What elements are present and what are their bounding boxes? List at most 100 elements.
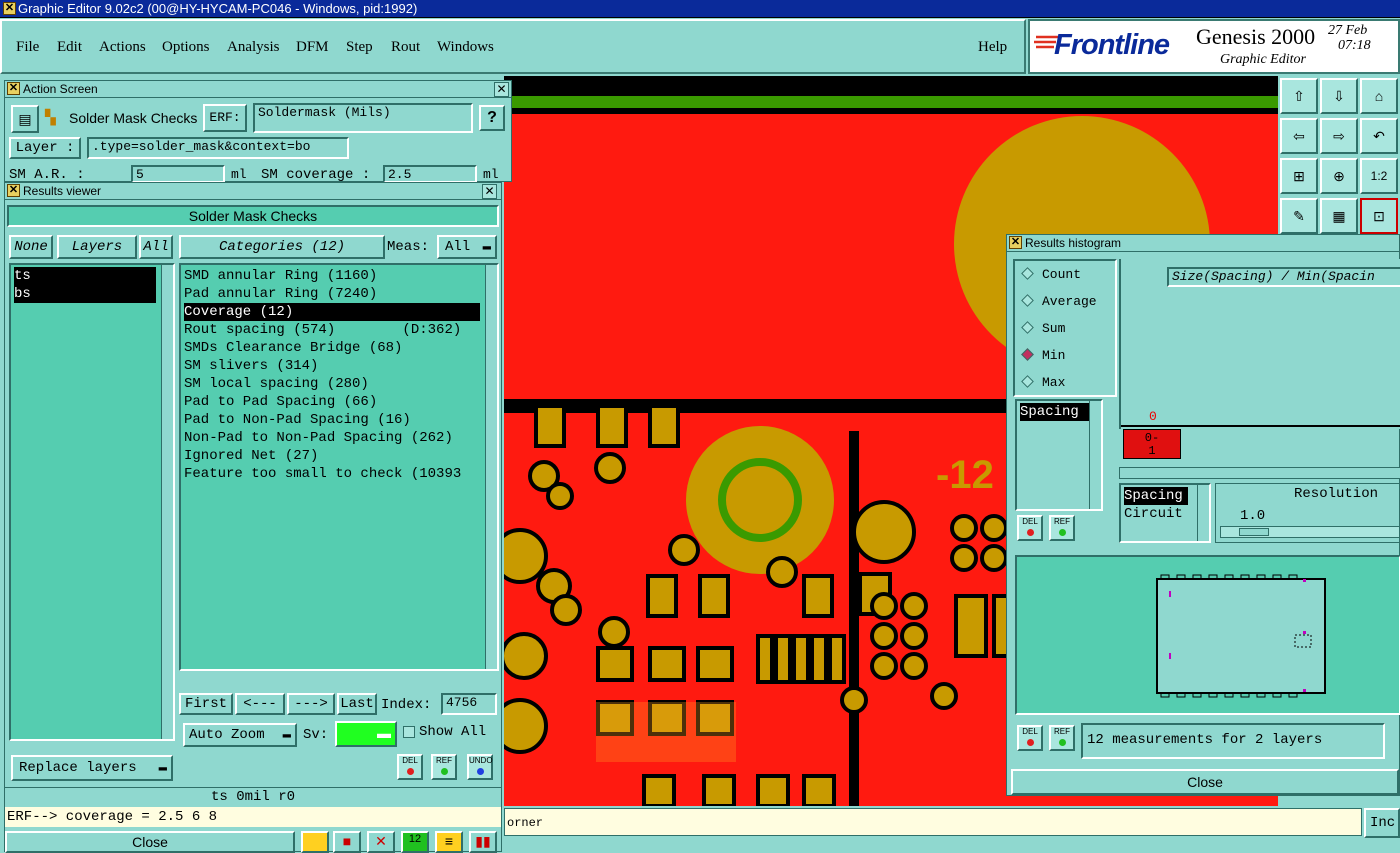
chart-icon[interactable] <box>301 831 329 853</box>
layer-button[interactable]: Layer : <box>9 137 81 159</box>
menu-actions[interactable]: Actions <box>99 39 146 56</box>
layers-button[interactable]: Layers <box>57 235 137 259</box>
list-item[interactable]: Pad annular Ring (7240) <box>184 285 377 303</box>
first-button[interactable]: First <box>179 693 233 715</box>
list-item[interactable]: ts <box>14 267 156 285</box>
meas-dropdown[interactable]: All ▬ <box>437 235 497 259</box>
menu-rout[interactable]: Rout <box>391 39 420 56</box>
histogram-icon[interactable]: ▮▮ <box>469 831 497 853</box>
list-item[interactable]: Feature too small to check (10393 <box>184 465 480 483</box>
list-item[interactable]: Spacing <box>1124 487 1188 505</box>
list-item[interactable]: Ignored Net (27) <box>184 447 318 465</box>
list-item[interactable]: Non-Pad to Non-Pad Spacing (262) <box>184 429 453 447</box>
erf-button[interactable]: ERF: <box>203 104 247 132</box>
list-item[interactable]: Circuit <box>1124 505 1183 523</box>
list-item[interactable]: Pad to Pad Spacing (66) <box>184 393 377 411</box>
list-item[interactable]: SMDs Clearance Bridge (68) <box>184 339 402 357</box>
menu-options[interactable]: Options <box>162 39 210 56</box>
all-button[interactable]: All <box>139 235 173 259</box>
menu-icon[interactable]: ▤ <box>11 105 39 133</box>
pan-back-icon[interactable]: ↶ <box>1360 118 1398 154</box>
histogram-plot[interactable]: Size(Spacing) / Min(Spacin 0 <box>1119 259 1400 429</box>
board-preview[interactable] <box>1015 555 1400 715</box>
zoom-fit-icon[interactable]: ⊞ <box>1280 158 1318 194</box>
type-list[interactable]: Spacing Circuit <box>1119 483 1211 543</box>
prev-button[interactable]: <--- <box>235 693 285 715</box>
pan-left-icon[interactable]: ⇦ <box>1280 118 1318 154</box>
pan-right-icon[interactable]: ⇨ <box>1320 118 1358 154</box>
menu-windows[interactable]: Windows <box>437 39 494 56</box>
number-icon[interactable]: 12 <box>401 831 429 853</box>
del-button[interactable]: DEL <box>397 754 423 780</box>
zoom-ratio-icon[interactable]: 1:2 <box>1360 158 1398 194</box>
last-button[interactable]: Last <box>337 693 377 715</box>
next-button[interactable]: ---> <box>287 693 335 715</box>
option-min[interactable]: Min <box>1021 348 1065 363</box>
help-button[interactable]: ? <box>479 105 505 131</box>
index-input[interactable]: 4756 <box>441 693 497 715</box>
categories-list[interactable]: SMD annular Ring (1160) Pad annular Ring… <box>179 263 499 671</box>
stop-icon[interactable]: ■ <box>333 831 361 853</box>
grid-icon[interactable]: ▦ <box>1320 198 1358 234</box>
menu-help[interactable]: Help <box>978 39 1007 56</box>
slider-thumb[interactable] <box>1239 528 1269 536</box>
undo-button[interactable]: UNDO <box>467 754 493 780</box>
list-item[interactable]: Spacing <box>1020 403 1090 421</box>
list-item[interactable]: SMD annular Ring (1160) <box>184 267 377 285</box>
list-item[interactable]: SM slivers (314) <box>184 357 318 375</box>
home-icon[interactable]: ⌂ <box>1360 78 1398 114</box>
zoom-center-icon[interactable]: ⊕ <box>1320 158 1358 194</box>
del-button[interactable]: DEL <box>1017 725 1043 751</box>
spacing-list[interactable]: Spacing <box>1015 399 1103 511</box>
zoom-home-icon[interactable]: ⇧ <box>1280 78 1318 114</box>
auto-zoom-dropdown[interactable]: Auto Zoom ▬ <box>183 723 297 747</box>
layers-scrollbar[interactable] <box>161 265 173 739</box>
replace-layers-dropdown[interactable]: Replace layers ▬ <box>11 755 173 781</box>
option-max[interactable]: Max <box>1021 375 1065 390</box>
type-scrollbar[interactable] <box>1197 485 1209 541</box>
plot-hscrollbar[interactable] <box>1119 467 1400 479</box>
list-scrollbar[interactable] <box>1089 401 1101 509</box>
histogram-bar[interactable]: 0- 1 <box>1123 429 1181 459</box>
list-item[interactable]: SM local spacing (280) <box>184 375 369 393</box>
show-all-checkbox[interactable] <box>403 726 415 738</box>
report-icon[interactable]: ≡ <box>435 831 463 853</box>
resolution-slider[interactable] <box>1220 526 1400 538</box>
list-item[interactable]: Rout spacing (574) (D:362) <box>184 321 461 339</box>
snap-icon[interactable]: ⊡ <box>1360 198 1398 234</box>
erf-value[interactable]: Soldermask (Mils) <box>253 103 473 133</box>
menu-step[interactable]: Step <box>346 39 373 56</box>
list-item-selected[interactable]: Coverage (12) <box>184 303 480 321</box>
ref-cancel-icon[interactable]: ✕ <box>367 831 395 853</box>
menu-dfm[interactable]: DFM <box>296 39 329 56</box>
del-button[interactable]: DEL <box>1017 515 1043 541</box>
menu-edit[interactable]: Edit <box>57 39 82 56</box>
option-sum[interactable]: Sum <box>1021 321 1065 336</box>
sm-ar-input[interactable]: 5 <box>131 165 225 183</box>
layer-input[interactable]: .type=solder_mask&context=bo <box>87 137 349 159</box>
option-count[interactable]: Count <box>1021 267 1081 282</box>
list-item[interactable]: Pad to Non-Pad Spacing (16) <box>184 411 411 429</box>
categories-scrollbar[interactable] <box>485 265 497 669</box>
menu-file[interactable]: File <box>16 39 39 56</box>
close-icon[interactable]: ✕ <box>494 82 509 97</box>
histogram-close-button[interactable]: Close <box>1011 769 1399 795</box>
app-close-icon[interactable]: ✕ <box>3 2 16 15</box>
sm-ar-label: SM A.R. : <box>9 167 85 183</box>
inc-button[interactable]: Inc <box>1364 808 1400 838</box>
zoom-down-icon[interactable]: ⇩ <box>1320 78 1358 114</box>
ref-button[interactable]: REF <box>1049 515 1075 541</box>
list-item[interactable]: bs <box>14 285 156 303</box>
menu-analysis[interactable]: Analysis <box>227 39 280 56</box>
close-button[interactable]: Close <box>5 831 295 853</box>
categories-button[interactable]: Categories (12) <box>179 235 385 259</box>
close-icon[interactable]: ✕ <box>482 184 497 199</box>
tools-icon[interactable]: ✎ <box>1280 198 1318 234</box>
none-button[interactable]: None <box>9 235 53 259</box>
sv-color-dropdown[interactable]: ▬ <box>335 721 397 747</box>
layers-list[interactable]: ts bs <box>9 263 175 741</box>
sm-coverage-input[interactable]: 2.5 <box>383 165 477 183</box>
ref-button[interactable]: REF <box>1049 725 1075 751</box>
option-average[interactable]: Average <box>1021 294 1097 309</box>
ref-button[interactable]: REF <box>431 754 457 780</box>
